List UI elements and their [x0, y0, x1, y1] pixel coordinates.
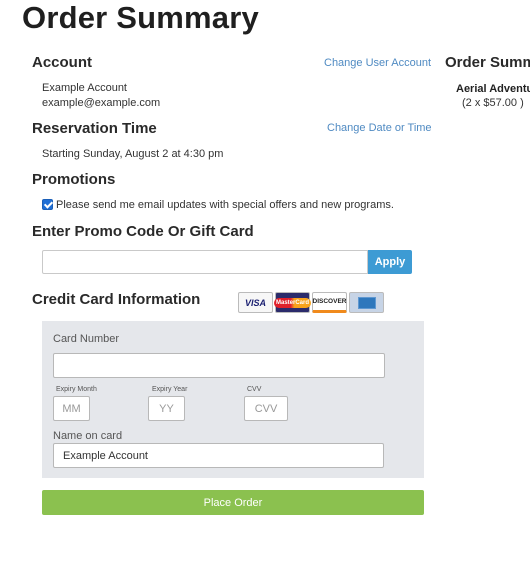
- expiry-year-input[interactable]: YY: [148, 396, 185, 421]
- account-name: Example Account: [42, 82, 127, 94]
- cvv-label: CVV: [247, 386, 262, 393]
- visa-icon-text: VISA: [244, 297, 266, 308]
- expiry-month-label: Expiry Month: [56, 386, 97, 393]
- card-brand-icons: VISA MasterCard DISCOVER: [238, 292, 384, 313]
- cvv-input[interactable]: CVV: [244, 396, 288, 421]
- mastercard-icon: MasterCard: [274, 292, 312, 313]
- apply-button[interactable]: Apply: [368, 250, 412, 274]
- expiry-month-input[interactable]: MM: [53, 396, 90, 421]
- account-heading: Account: [32, 54, 92, 71]
- amex-icon-mark: [357, 296, 376, 309]
- order-item-name: Aerial Adventu: [456, 83, 530, 95]
- card-number-input[interactable]: [53, 353, 385, 378]
- name-on-card-input[interactable]: Example Account: [53, 443, 384, 468]
- reservation-heading: Reservation Time: [32, 120, 157, 137]
- promo-code-heading: Enter Promo Code Or Gift Card: [32, 223, 254, 240]
- order-item-qty-price: (2 x $57.00 ): [462, 97, 524, 109]
- place-order-button[interactable]: Place Order: [42, 490, 424, 515]
- card-number-label: Card Number: [53, 333, 120, 345]
- promo-code-input[interactable]: [42, 250, 368, 274]
- mastercard-icon-text: MasterCard: [274, 297, 312, 308]
- name-on-card-label: Name on card: [53, 430, 123, 442]
- amex-icon: [349, 292, 384, 313]
- account-email: example@example.com: [42, 97, 161, 109]
- reservation-start-text: Starting Sunday, August 2 at 4:30 pm: [42, 148, 224, 160]
- credit-card-panel: Card Number Expiry Month MM Expiry Year …: [42, 321, 424, 478]
- visa-icon: VISA: [238, 292, 273, 313]
- change-date-time-link[interactable]: Change Date or Time: [327, 122, 432, 134]
- email-updates-checkbox[interactable]: [42, 199, 53, 210]
- discover-icon: DISCOVER: [312, 292, 347, 313]
- credit-card-heading: Credit Card Information: [32, 291, 201, 308]
- email-updates-label[interactable]: Please send me email updates with specia…: [56, 199, 394, 211]
- discover-icon-text: DISCOVER: [312, 298, 347, 305]
- page-title: Order Summary: [22, 0, 259, 35]
- order-summary-panel-heading: Order Summ: [445, 54, 530, 71]
- promotions-heading: Promotions: [32, 171, 116, 188]
- change-user-account-link[interactable]: Change User Account: [324, 57, 431, 69]
- expiry-year-label: Expiry Year: [152, 386, 188, 393]
